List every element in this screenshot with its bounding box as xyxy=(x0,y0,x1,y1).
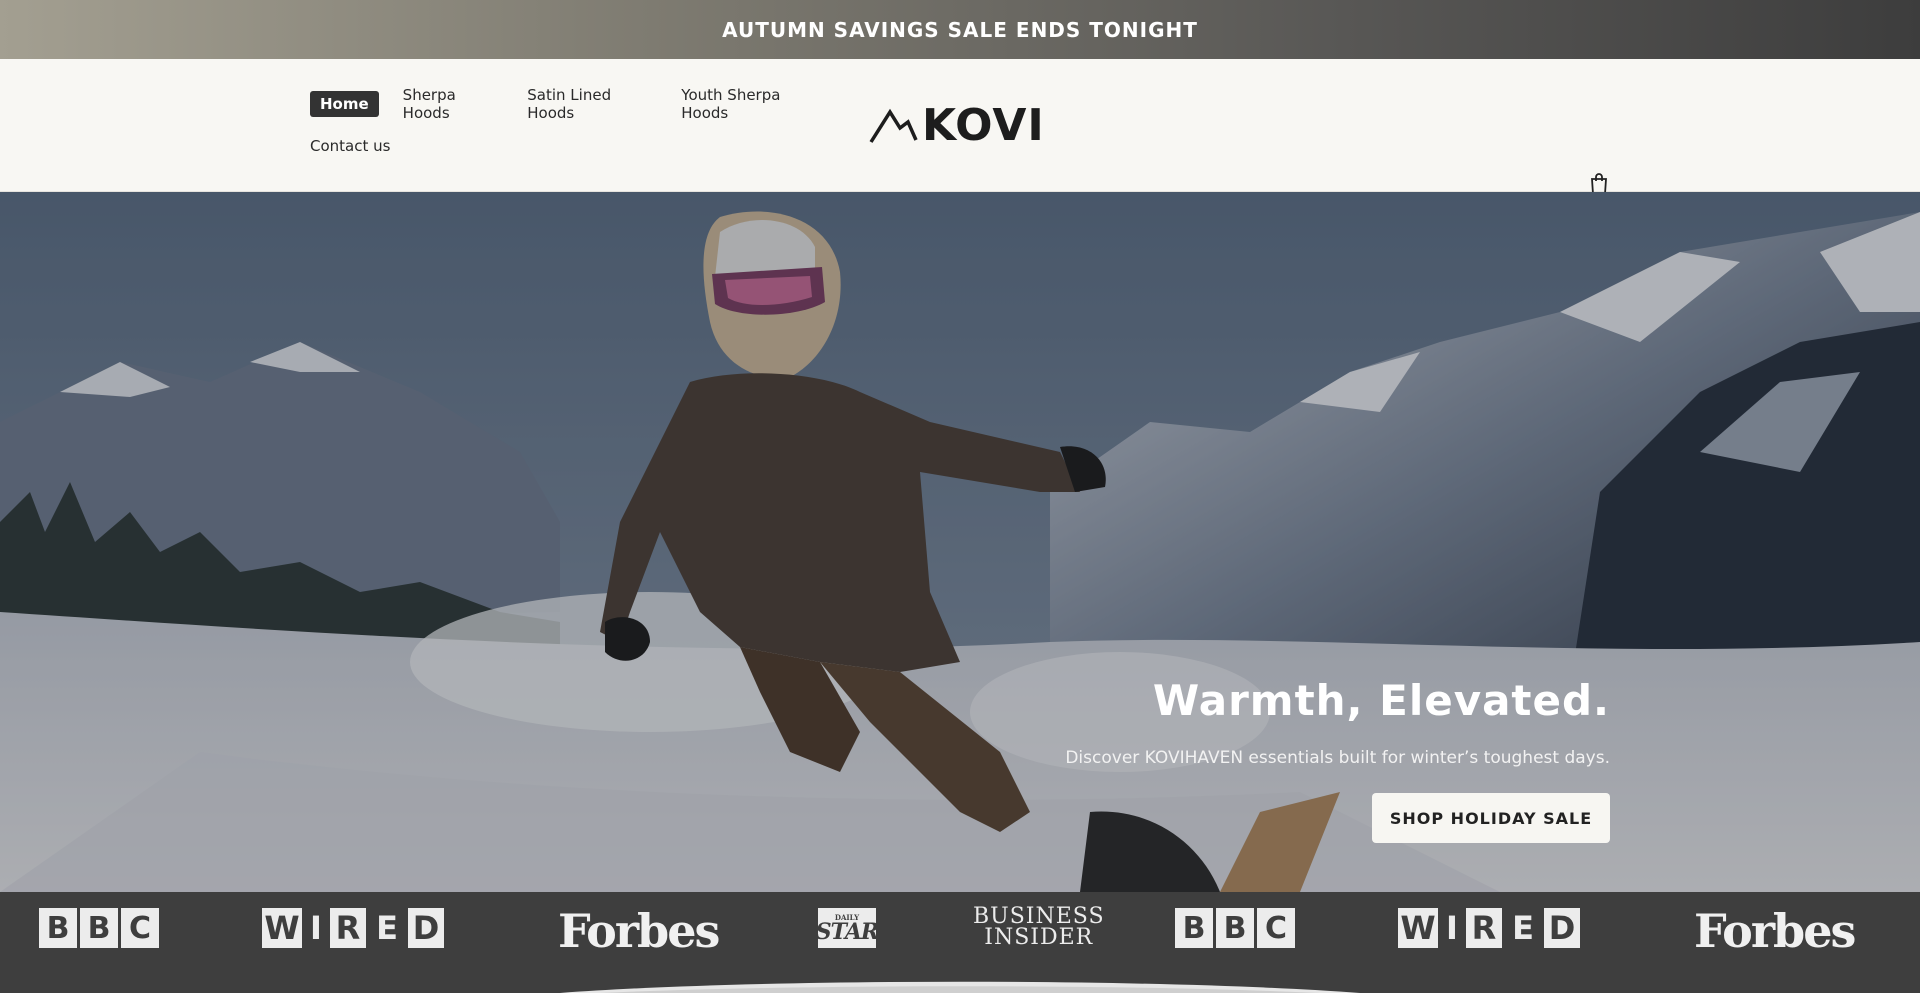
announcement-bar: AUTUMN SAVINGS SALE ENDS TONIGHT xyxy=(0,0,1920,59)
mountain-icon xyxy=(869,108,918,143)
hero-subtitle: Discover KOVIHAVEN essentials built for … xyxy=(1065,748,1610,768)
section-divider-wave xyxy=(560,981,1360,993)
main-nav: Home Sherpa Hoods Satin Lined Hoods Yout… xyxy=(310,86,850,175)
shop-holiday-sale-button[interactable]: SHOP HOLIDAY SALE xyxy=(1372,793,1610,843)
press-logos: B B C W I R E D Forbes DAILY STAR BUSINE… xyxy=(0,892,1920,993)
brand-name: KOVI xyxy=(922,99,1045,151)
nav-sherpa-hoods[interactable]: Sherpa Hoods xyxy=(403,83,504,125)
nav-contact-us[interactable]: Contact us xyxy=(310,134,390,158)
nav-satin-lined-hoods[interactable]: Satin Lined Hoods xyxy=(527,83,657,125)
hero-title: Warmth, Elevated. xyxy=(1152,676,1610,725)
hero-overlay xyxy=(0,192,1920,892)
site-logo[interactable]: KOVI xyxy=(868,99,1045,151)
announcement-text: AUTUMN SAVINGS SALE ENDS TONIGHT xyxy=(722,17,1198,42)
site-header: Home Sherpa Hoods Satin Lined Hoods Yout… xyxy=(0,59,1920,195)
nav-youth-sherpa-hoods[interactable]: Youth Sherpa Hoods xyxy=(681,83,826,125)
nav-home[interactable]: Home xyxy=(310,91,379,117)
hero-banner: Warmth, Elevated. Discover KOVIHAVEN ess… xyxy=(0,192,1920,892)
